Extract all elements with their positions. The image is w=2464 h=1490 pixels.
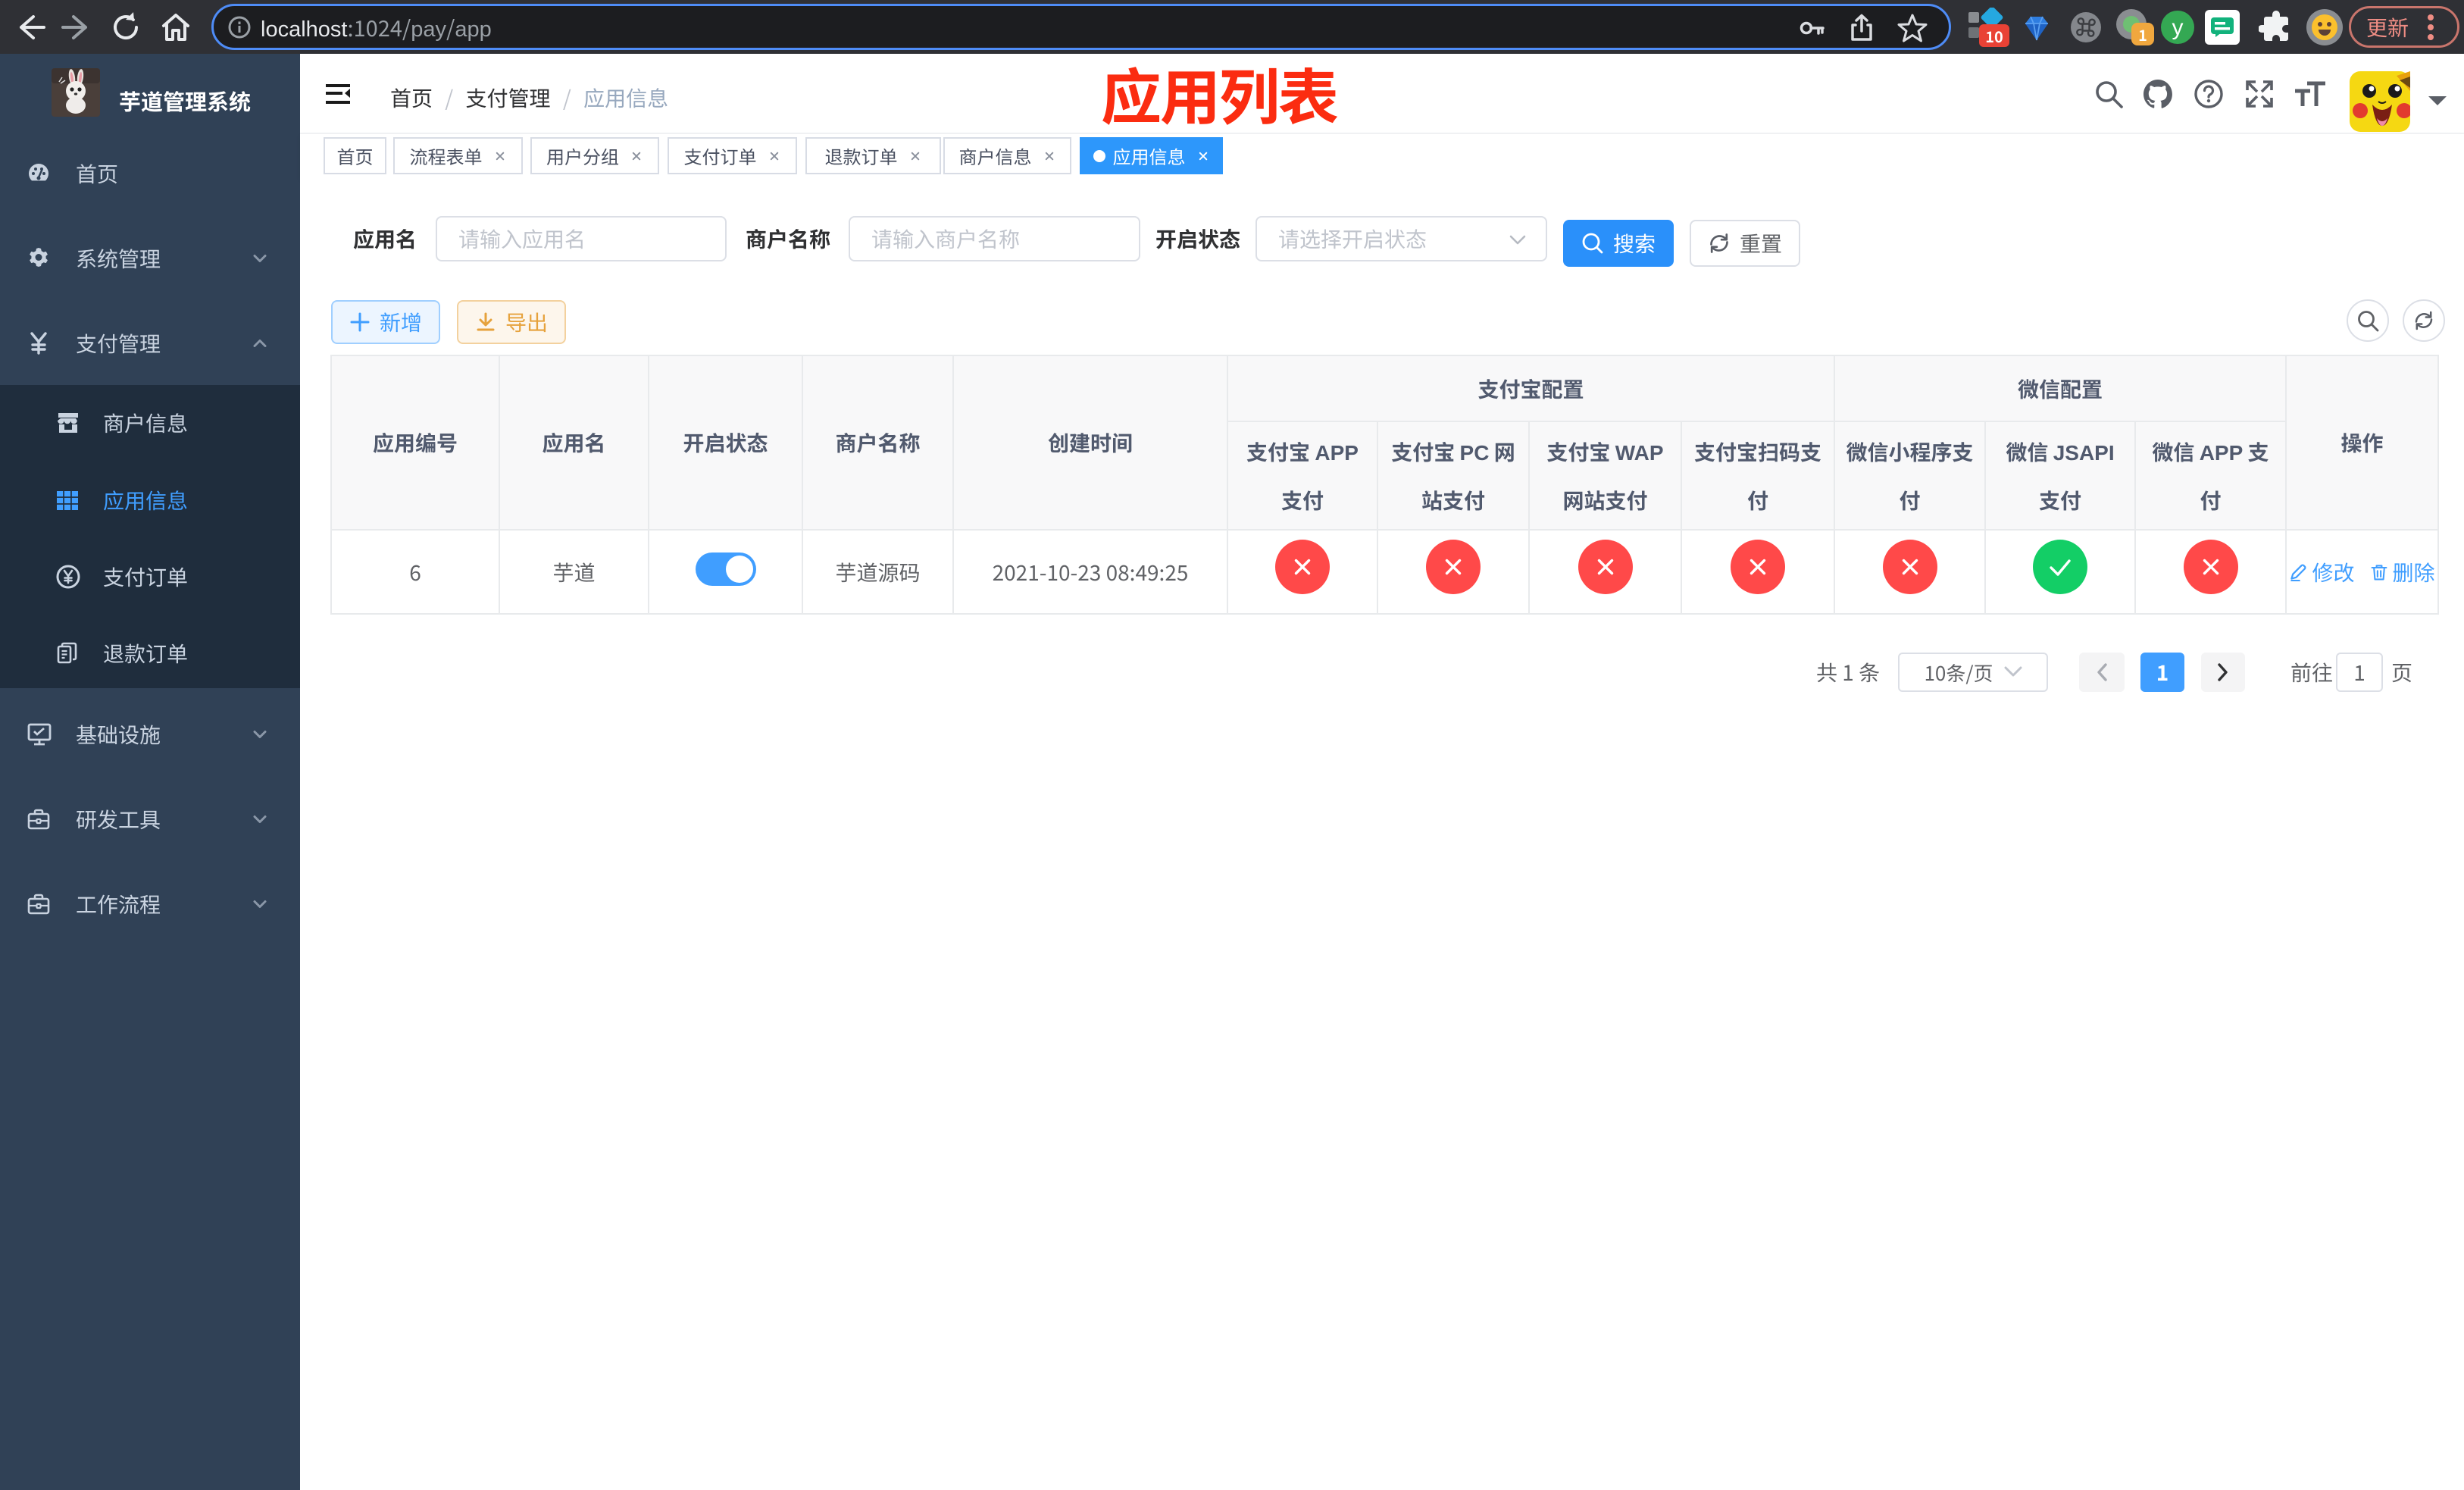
svg-text:y: y	[2172, 15, 2184, 40]
